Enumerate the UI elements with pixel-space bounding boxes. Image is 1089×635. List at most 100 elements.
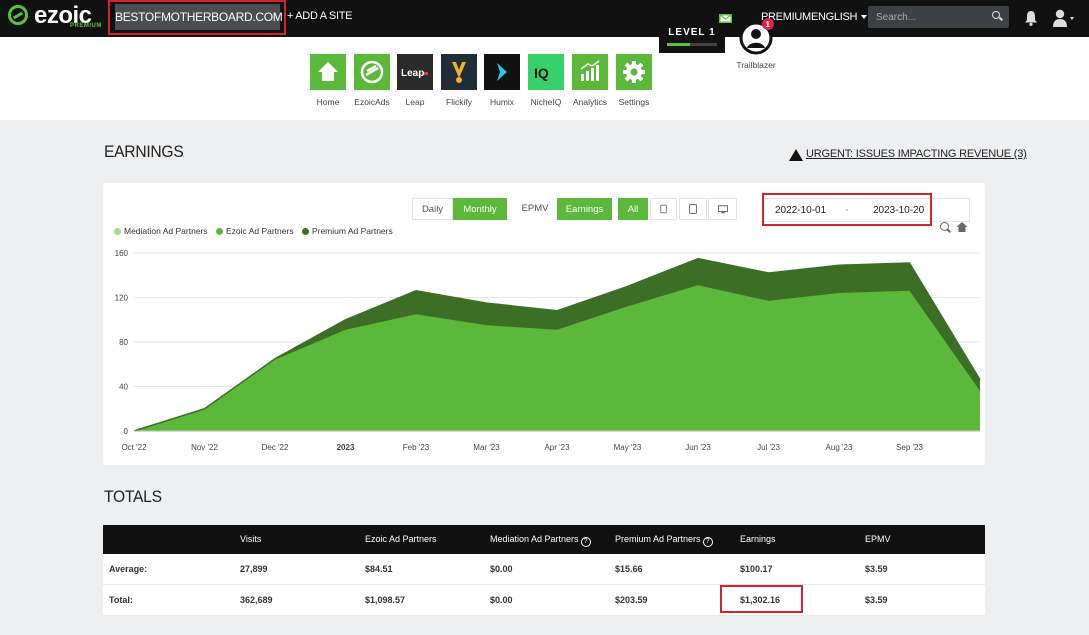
app-tile: Leap	[397, 54, 433, 90]
level-badge[interactable]: LEVEL 1	[659, 17, 725, 53]
flickify-icon	[452, 62, 466, 83]
highlight-box-date-range	[762, 193, 932, 226]
totals-table: Visits Ezoic Ad Partners Mediation Ad Pa…	[103, 525, 985, 616]
language-menu[interactable]: ENGLISH	[811, 11, 868, 23]
help-icon[interactable]: ?	[580, 537, 591, 547]
level-progress-fill	[667, 43, 690, 46]
table-header: Visits Ezoic Ad Partners Mediation Ad Pa…	[103, 525, 985, 554]
logo-subtitle: PREMIUM	[70, 23, 102, 29]
table-cell: $84.51	[365, 564, 393, 574]
table-cell: 362,689	[240, 595, 273, 605]
table-cell: $203.59	[615, 595, 648, 605]
level-label: LEVEL 1	[668, 27, 716, 38]
app-analytics[interactable]: Analytics	[570, 54, 610, 107]
trailblazer-label: Trailblazer	[736, 60, 776, 70]
x-tick-label: Apr '23	[544, 443, 570, 452]
app-settings[interactable]: Settings	[614, 54, 654, 107]
x-tick-label: Aug '23	[826, 443, 853, 452]
nicheiq-icon: IQ	[534, 65, 549, 81]
zoom-icon[interactable]	[940, 222, 949, 231]
table-cell: $3.59	[865, 595, 888, 605]
app-ezoicads[interactable]: EzoicAds	[352, 54, 392, 107]
epmv-button[interactable]: EPMV	[515, 198, 555, 220]
monthly-button[interactable]: Monthly	[453, 198, 507, 220]
column-header: EPMV	[865, 534, 891, 544]
bell-icon[interactable]	[1024, 10, 1038, 26]
app-tile	[616, 54, 652, 90]
row-label: Total:	[109, 595, 133, 605]
app-label: Analytics	[572, 97, 607, 107]
app-tile	[572, 54, 608, 90]
tablet-button[interactable]	[679, 198, 707, 220]
table-row: Average: 27,899 $84.51 $0.00 $15.66 $100…	[103, 554, 985, 585]
trailblazer-avatar[interactable]: 1	[737, 17, 775, 55]
x-tick-label: Nov '22	[191, 443, 218, 452]
legend-item-ezoic[interactable]: Ezoic Ad Partners	[216, 226, 294, 236]
mobile-icon	[660, 205, 667, 214]
table-cell: $0.00	[490, 564, 513, 574]
mail-icon[interactable]	[719, 14, 732, 23]
table-cell: $1,098.57	[365, 595, 406, 605]
legend-dot	[114, 228, 121, 235]
app-tile	[484, 54, 520, 90]
app-label: Leap	[405, 97, 425, 107]
desktop-button[interactable]	[708, 198, 737, 220]
earnings-area-chart: 0 40 80 120 160 Oct '22 Nov '22 Dec '22 2023 Feb …	[115, 249, 981, 452]
table-cell: 27,899	[240, 564, 268, 574]
apps-bar: Home EzoicAds Leap Leap Flickify Humix I…	[0, 37, 1089, 120]
app-tile: IQ	[528, 54, 564, 90]
gear-icon	[623, 61, 645, 83]
y-tick-label: 160	[115, 249, 129, 258]
svg-text:IQ: IQ	[534, 65, 549, 81]
legend-item-premium[interactable]: Premium Ad Partners	[301, 226, 393, 236]
column-header: Mediation Ad Partners	[490, 534, 579, 544]
search-box	[868, 6, 1009, 28]
all-devices-button[interactable]: All	[618, 198, 648, 220]
app-label: Settings	[618, 97, 650, 107]
ezoic-logo-icon	[8, 5, 28, 25]
app-home[interactable]: Home	[308, 54, 348, 107]
urgent-issues-link[interactable]: URGENT: ISSUES IMPACTING REVENUE (3)	[806, 148, 1027, 160]
x-tick-label: Mar '23	[473, 443, 500, 452]
ezoic-logo[interactable]: ezoic PREMIUM	[8, 2, 103, 33]
legend-dot	[301, 228, 309, 235]
help-icon[interactable]: ?	[702, 537, 713, 547]
legend-item-mediation[interactable]: Mediation Ad Partners	[114, 226, 208, 236]
app-flickify[interactable]: Flickify	[439, 54, 479, 107]
app-humix[interactable]: Humix	[482, 54, 522, 107]
column-header: Ezoic Ad Partners	[365, 534, 437, 544]
app-nicheiq[interactable]: IQ NicheIQ	[526, 54, 566, 107]
user-icon[interactable]	[1053, 9, 1075, 27]
table-cell: $15.66	[615, 564, 643, 574]
daily-button[interactable]: Daily	[412, 198, 453, 220]
row-label: Average:	[109, 564, 148, 574]
app-label: Flickify	[446, 97, 472, 107]
legend-label: Ezoic Ad Partners	[226, 226, 294, 236]
chevron-down-icon	[861, 15, 868, 20]
reset-zoom-home-icon[interactable]	[956, 221, 968, 233]
app-label: NicheIQ	[530, 97, 562, 107]
search-icon[interactable]	[992, 11, 1000, 19]
search-input[interactable]	[876, 9, 986, 25]
earnings-button[interactable]: Earnings	[557, 198, 612, 220]
legend-label: Premium Ad Partners	[311, 226, 393, 236]
app-tile	[354, 54, 390, 90]
mobile-button[interactable]	[650, 198, 677, 220]
highlight-box-total-earnings	[720, 585, 803, 613]
column-header-premium: Premium Ad Partners?	[615, 534, 713, 547]
table-cell: $0.00	[490, 595, 513, 605]
leap-icon: Leap	[401, 68, 428, 79]
app-leap[interactable]: Leap Leap	[395, 54, 435, 107]
x-tick-label: Jul '23	[757, 443, 780, 452]
x-tick-label: Sep '23	[896, 443, 923, 452]
add-site-link[interactable]: + ADD A SITE	[287, 10, 352, 22]
chart-legend: Mediation Ad Partners Ezoic Ad Partners …	[114, 226, 399, 236]
x-tick-label: May '23	[614, 443, 642, 452]
x-tick-label: Jun '23	[685, 443, 711, 452]
x-tick-label: 2023	[337, 443, 355, 452]
table-cell: $100.17	[740, 564, 773, 574]
home-icon	[318, 62, 338, 81]
warning-icon	[789, 149, 803, 161]
svg-text:Leap: Leap	[401, 68, 424, 79]
app-tile	[310, 54, 346, 90]
